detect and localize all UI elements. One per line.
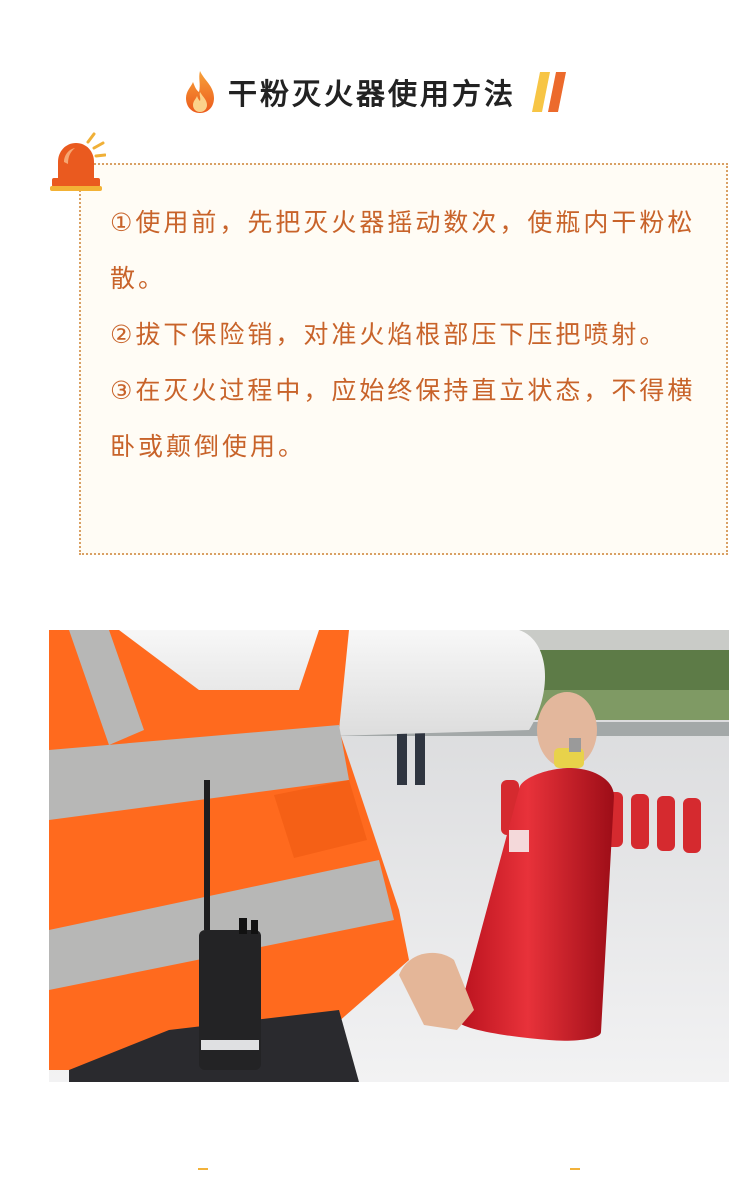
page-title: 干粉灭火器使用方法 — [227, 77, 516, 111]
instruction-steps: ①使用前，先把灭火器摇动数次，使瓶内干粉松散。 ②拔下保险销，对准火焰根部压下压… — [110, 195, 710, 475]
fire-extinguisher-photo — [49, 630, 729, 1082]
step-1-text: ①使用前，先把灭火器摇动数次，使瓶内干粉松散。 — [110, 208, 696, 293]
flame-icon — [185, 71, 214, 113]
decor-dash-right — [570, 1168, 580, 1170]
decor-dash-left — [198, 1168, 208, 1170]
photo-illustration — [49, 630, 729, 1082]
section-header: 干粉灭火器使用方法 — [0, 62, 750, 122]
step-2-text: ②拔下保险销，对准火焰根部压下压把喷射。 — [110, 320, 668, 349]
step-3-text: ③在灭火过程中，应始终保持直立状态，不得横卧或颠倒使用。 — [110, 376, 696, 461]
double-stripe-icon — [532, 72, 566, 112]
siren-icon — [50, 132, 106, 191]
